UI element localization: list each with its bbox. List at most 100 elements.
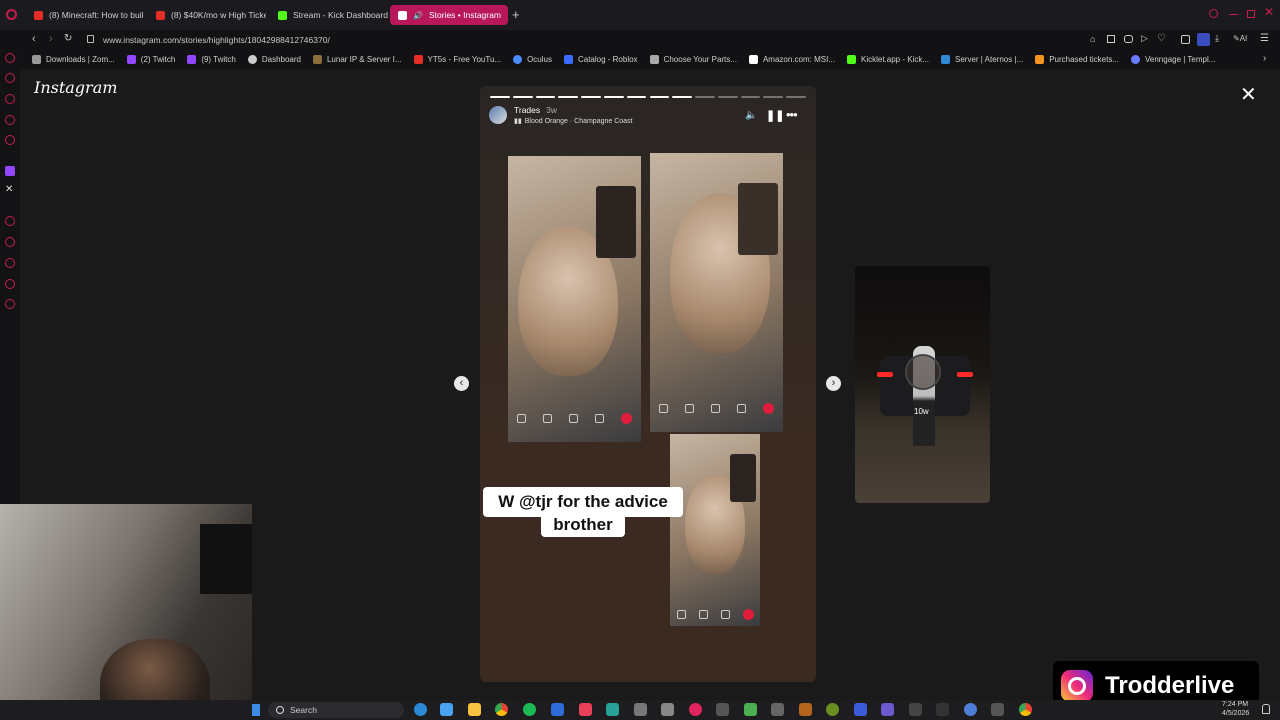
end-call-icon[interactable] <box>621 412 633 424</box>
bookmark-twitch-9[interactable]: (9) Twitch <box>187 55 236 64</box>
extensions-icon[interactable] <box>1181 35 1190 44</box>
taskbar-app-icon[interactable] <box>826 703 839 716</box>
bookmark-yt5s[interactable]: YT5s - Free YouTu... <box>413 55 501 64</box>
mute-icon[interactable]: 🔈 <box>745 110 757 121</box>
bookmark-kicklet[interactable]: Kicklet.app - Kick... <box>846 55 929 64</box>
avatar[interactable] <box>489 106 507 124</box>
menu-icon[interactable]: ☰ <box>1260 33 1269 44</box>
tab-instagram-stories[interactable]: 🔊 Stories • Instagram <box>390 5 508 25</box>
taskbar-app-icon[interactable] <box>634 703 647 716</box>
bookmark-venngage[interactable]: Venngage | Templ... <box>1131 55 1215 64</box>
bookmark-roblox[interactable]: Catalog - Roblox <box>563 55 638 64</box>
taskbar-app-icon[interactable] <box>414 703 427 716</box>
sidebar-x-icon[interactable]: ✕ <box>5 184 13 195</box>
sidebar-app-icon[interactable] <box>5 258 15 268</box>
start-icon[interactable] <box>252 704 260 716</box>
taskbar-app-icon[interactable] <box>606 703 619 716</box>
system-time[interactable]: 7:24 PM <box>1222 701 1248 708</box>
tab-youtube-2[interactable]: (8) $40K/mo w High Ticke... <box>148 5 266 25</box>
flip-icon[interactable] <box>595 413 605 423</box>
tab-minecraft[interactable]: (8) Minecraft: How to buil... <box>26 5 144 25</box>
bookmark-dashboard[interactable]: Dashboard <box>247 55 301 64</box>
next-story-button[interactable]: › <box>826 376 841 391</box>
end-call-icon[interactable] <box>763 402 775 414</box>
file-explorer-icon[interactable] <box>468 703 481 716</box>
taskbar-app-icon[interactable] <box>909 703 922 716</box>
sidebar-app-icon[interactable] <box>5 135 15 145</box>
search-tabs-icon[interactable] <box>1209 9 1218 18</box>
more-bookmarks-icon[interactable]: › <box>1263 53 1266 64</box>
notification-icon[interactable] <box>1262 704 1270 714</box>
heart-icon[interactable]: ♡ <box>1157 33 1166 44</box>
mic-icon[interactable] <box>684 403 694 413</box>
bookmark-lunar[interactable]: Lunar IP & Server I... <box>312 55 402 64</box>
next-story-preview[interactable]: 10w <box>855 266 990 503</box>
camera-icon[interactable] <box>658 403 668 413</box>
taskbar-app-icon[interactable] <box>1019 703 1032 716</box>
ai-icon[interactable]: ✎AI <box>1233 34 1247 43</box>
taskbar-app-icon[interactable] <box>716 703 729 716</box>
camera-icon[interactable] <box>676 609 686 619</box>
vpn-icon[interactable] <box>1124 35 1133 43</box>
story-song[interactable]: Blood Orange · Champagne Coast <box>525 118 633 125</box>
chrome-icon[interactable] <box>495 703 508 716</box>
screenshot-icon[interactable] <box>1107 35 1115 43</box>
previous-story-button[interactable]: ‹ <box>454 376 469 391</box>
sidebar-app-icon[interactable] <box>5 279 15 289</box>
mic-icon[interactable] <box>698 609 708 619</box>
bookmark-pcparts[interactable]: Choose Your Parts... <box>649 55 737 64</box>
share-icon[interactable] <box>720 609 730 619</box>
taskbar-app-icon[interactable] <box>551 703 564 716</box>
maximize-button[interactable] <box>1247 10 1255 18</box>
bookmark-amazon[interactable]: Amazon.com: MSI... <box>748 55 835 64</box>
bookmark-twitch-2[interactable]: (2) Twitch <box>126 55 175 64</box>
url-field[interactable]: www.instagram.com/stories/highlights/180… <box>103 35 330 45</box>
bookmark-oculus[interactable]: Oculus <box>513 55 552 64</box>
new-tab-button[interactable]: + <box>512 7 520 22</box>
end-call-icon[interactable] <box>742 608 754 620</box>
taskbar-app-icon[interactable] <box>771 703 784 716</box>
share-icon[interactable] <box>710 403 720 413</box>
story-username[interactable]: Trades <box>514 105 540 115</box>
tab-kick-dashboard[interactable]: Stream - Kick Dashboard <box>270 5 388 25</box>
back-icon[interactable]: ‹ <box>32 33 36 45</box>
sidebar-app-icon[interactable] <box>5 115 15 125</box>
camera-icon[interactable] <box>516 413 526 423</box>
bookmark-aternos[interactable]: Server | Aternos |... <box>941 55 1023 64</box>
more-options-icon[interactable]: ••• <box>786 107 798 122</box>
taskbar-app-icon[interactable] <box>661 703 674 716</box>
pause-icon[interactable]: ❚❚ <box>766 109 784 122</box>
opera-icon[interactable] <box>689 703 702 716</box>
close-window-button[interactable]: ✕ <box>1264 5 1274 19</box>
spotify-icon[interactable] <box>523 703 536 716</box>
sidebar-app-icon[interactable] <box>5 94 15 104</box>
sidebar-app-icon[interactable] <box>5 216 15 226</box>
download-icon[interactable]: ⤓ <box>1215 33 1219 44</box>
bookmark-downloads[interactable]: Downloads | Zom... <box>32 55 115 64</box>
instagram-logo[interactable]: Instagram <box>34 78 117 97</box>
sidebar-app-icon[interactable] <box>5 237 15 247</box>
taskbar-app-icon[interactable] <box>936 703 949 716</box>
sidebar-app-icon[interactable] <box>5 53 15 63</box>
minecraft-icon[interactable] <box>744 703 757 716</box>
taskbar-search[interactable]: Search <box>268 702 404 718</box>
sidebar-app-icon[interactable] <box>5 299 15 309</box>
taskbar-app-icon[interactable] <box>579 703 592 716</box>
flip-icon[interactable] <box>737 403 747 413</box>
share-icon[interactable] <box>568 413 578 423</box>
forward-icon[interactable]: › <box>49 33 53 45</box>
taskbar-app-icon[interactable] <box>854 703 867 716</box>
reload-icon[interactable]: ↻ <box>64 33 72 44</box>
sidebar-app-icon[interactable] <box>5 73 15 83</box>
sidebar-twitch-icon[interactable] <box>5 166 15 176</box>
taskbar-app-icon[interactable] <box>440 703 453 716</box>
bookmark-icon[interactable]: ⌂ <box>1090 34 1095 44</box>
browser-logo-icon[interactable] <box>6 9 17 20</box>
taskbar-app-icon[interactable] <box>799 703 812 716</box>
bookmark-tickets[interactable]: Purchased tickets... <box>1035 55 1119 64</box>
taskbar-app-icon[interactable] <box>991 703 1004 716</box>
system-date[interactable]: 4/5/2026 <box>1222 710 1249 717</box>
close-story-button[interactable]: ✕ <box>1240 82 1257 107</box>
player-icon[interactable]: ▷ <box>1141 33 1148 44</box>
profile-icon[interactable] <box>1197 33 1210 46</box>
